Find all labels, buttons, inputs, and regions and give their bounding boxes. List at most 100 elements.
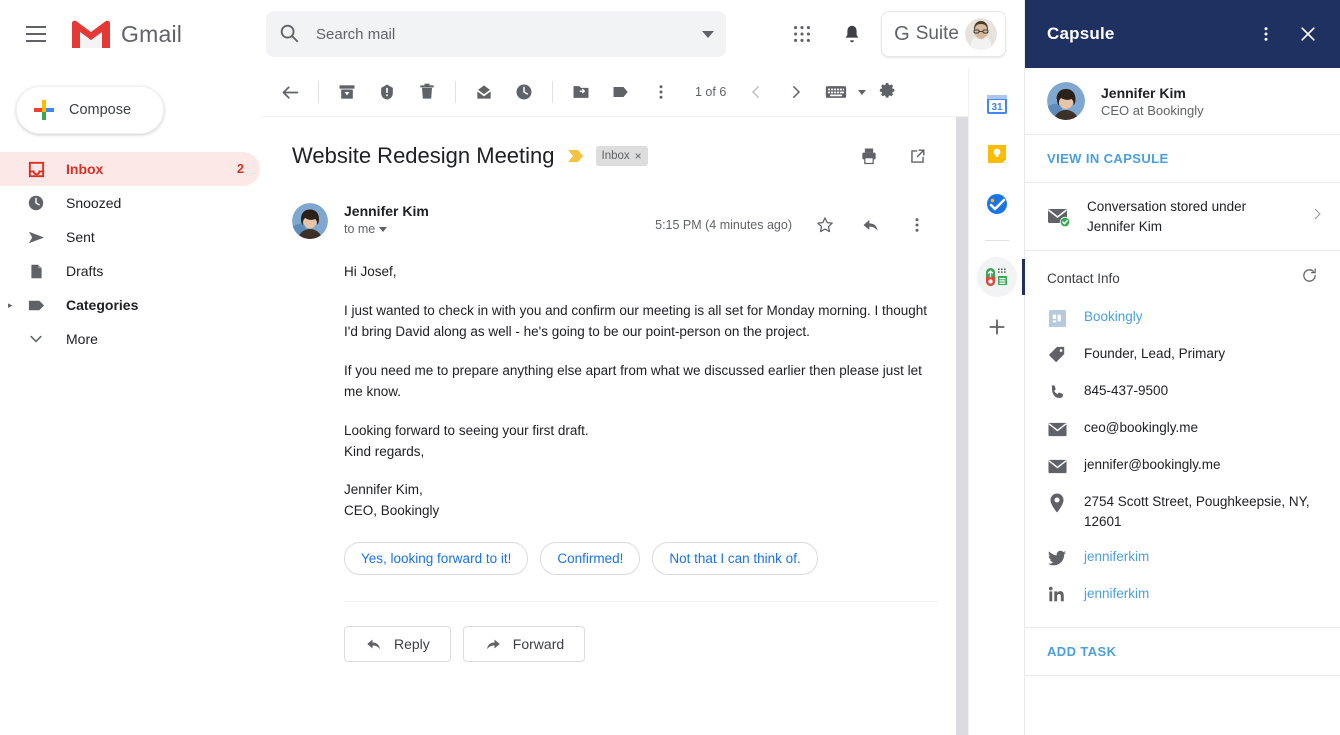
- contact-row-twitter[interactable]: jenniferkim: [1047, 539, 1324, 576]
- contact-company-value[interactable]: Bookingly: [1084, 307, 1143, 327]
- google-tasks-icon[interactable]: [977, 184, 1017, 224]
- chevron-down-icon[interactable]: [858, 90, 866, 95]
- capsule-close-icon[interactable]: [1292, 18, 1324, 50]
- svg-text:31: 31: [991, 102, 1003, 113]
- contact-info-rows: Bookingly Founder, Lead, Primary 845-437…: [1025, 299, 1340, 621]
- subject-actions: [848, 135, 938, 177]
- recipient-label: to me: [344, 222, 375, 236]
- print-icon[interactable]: [848, 135, 890, 177]
- contact-row-phone[interactable]: 845-437-9500: [1047, 373, 1324, 410]
- forward-button[interactable]: Forward: [463, 626, 585, 662]
- smart-reply-chips: Yes, looking forward to it! Confirmed! N…: [292, 542, 938, 575]
- refresh-icon[interactable]: [1301, 267, 1318, 289]
- contact-row-email-primary[interactable]: ceo@bookingly.me: [1047, 410, 1324, 447]
- google-calendar-icon[interactable]: 31: [977, 84, 1017, 124]
- archive-icon[interactable]: [327, 72, 367, 112]
- search-input[interactable]: [316, 26, 694, 43]
- capsule-more-options-icon[interactable]: [1250, 18, 1282, 50]
- inbox-icon: [26, 159, 46, 179]
- account-avatar[interactable]: [965, 18, 997, 50]
- reply-icon[interactable]: [850, 204, 892, 246]
- mark-unread-icon[interactable]: [464, 72, 504, 112]
- email-icon: [1047, 419, 1067, 439]
- apps-grid-icon[interactable]: [781, 13, 823, 55]
- search-box[interactable]: [266, 11, 726, 57]
- gsuite-account-badge[interactable]: G Suite: [881, 11, 1006, 57]
- mail-and-rail: 1 of 6: [260, 68, 1024, 735]
- expand-caret-icon[interactable]: ▸: [8, 300, 13, 311]
- reply-button[interactable]: Reply: [344, 626, 451, 662]
- capsule-contact-summary[interactable]: Jennifer Kim CEO at Bookingly: [1025, 68, 1340, 134]
- company-building-icon: [1047, 308, 1067, 328]
- settings-gear-icon[interactable]: [866, 72, 906, 112]
- move-to-folder-icon[interactable]: [561, 72, 601, 112]
- chevron-down-icon: [379, 227, 387, 232]
- email-subject: Website Redesign Meeting: [292, 142, 555, 171]
- gmail-logo-bar: Gmail: [0, 0, 260, 68]
- capsule-addon-icon[interactable]: [977, 257, 1017, 297]
- star-icon[interactable]: [804, 204, 846, 246]
- snooze-clock-icon[interactable]: [504, 72, 544, 112]
- location-pin-icon: [1047, 493, 1067, 513]
- email-paragraph: If you need me to prepare anything else …: [344, 361, 928, 403]
- smart-reply-chip[interactable]: Confirmed!: [540, 542, 640, 575]
- send-icon: [26, 227, 46, 247]
- smart-reply-chip[interactable]: Not that I can think of.: [652, 542, 817, 575]
- sidebar-item-snoozed[interactable]: Snoozed: [0, 186, 260, 220]
- capsule-addon-panel: Capsule Jennife: [1024, 0, 1340, 735]
- importance-marker-icon[interactable]: [567, 149, 584, 163]
- sidebar-item-inbox[interactable]: Inbox 2: [0, 152, 260, 186]
- sidebar-item-categories[interactable]: ▸ Categories: [0, 288, 260, 322]
- input-tools-selector[interactable]: [816, 72, 866, 112]
- gmail-logo[interactable]: Gmail: [70, 18, 182, 50]
- search-options-chevron-down-icon[interactable]: [702, 31, 714, 38]
- contact-row-address[interactable]: 2754 Scott Street, Poughkeepsie, NY, 126…: [1047, 484, 1324, 539]
- contact-twitter-value[interactable]: jenniferkim: [1084, 547, 1149, 567]
- phone-icon: [1047, 382, 1067, 402]
- view-in-capsule-link[interactable]: VIEW IN CAPSULE: [1025, 135, 1340, 182]
- chevron-right-icon[interactable]: [1310, 207, 1324, 226]
- sidebar-item-drafts[interactable]: Drafts: [0, 254, 260, 288]
- open-in-new-window-icon[interactable]: [896, 135, 938, 177]
- previous-page-chevron-left-icon[interactable]: [736, 72, 776, 112]
- capsule-contact-avatar: [1047, 82, 1085, 120]
- header-actions: G Suite: [781, 11, 1016, 57]
- google-g-icon: G: [894, 23, 910, 46]
- toolbar-divider: [318, 81, 319, 103]
- contact-row-tags: Founder, Lead, Primary: [1047, 336, 1324, 373]
- contact-row-email-secondary[interactable]: jennifer@bookingly.me: [1047, 447, 1324, 484]
- rail-divider: [985, 240, 1009, 241]
- hamburger-menu-icon[interactable]: [16, 14, 56, 54]
- more-options-icon[interactable]: [641, 72, 681, 112]
- sidebar-item-sent[interactable]: Sent: [0, 220, 260, 254]
- smart-reply-chip[interactable]: Yes, looking forward to it!: [344, 542, 528, 575]
- message-more-options-icon[interactable]: [896, 204, 938, 246]
- report-spam-icon[interactable]: [367, 72, 407, 112]
- delete-trash-icon[interactable]: [407, 72, 447, 112]
- scrollbar-thumb[interactable]: [956, 117, 968, 735]
- sidebar-item-label: Inbox: [66, 161, 217, 177]
- sender-avatar[interactable]: [292, 203, 328, 239]
- add-addon-icon[interactable]: [977, 307, 1017, 347]
- compose-button[interactable]: Compose: [16, 86, 164, 134]
- back-arrow-icon[interactable]: [270, 72, 310, 112]
- add-task-link[interactable]: ADD TASK: [1025, 628, 1340, 675]
- contact-linkedin-value[interactable]: jenniferkim: [1084, 584, 1149, 604]
- remove-label-close-icon[interactable]: ×: [635, 149, 642, 163]
- capsule-contact-name: Jennifer Kim: [1101, 85, 1204, 101]
- google-keep-icon[interactable]: [977, 134, 1017, 174]
- recipient-toggle[interactable]: to me: [344, 222, 655, 236]
- notifications-bell-icon[interactable]: [831, 13, 873, 55]
- sidebar-item-more[interactable]: More: [0, 322, 260, 356]
- email-scrollbar[interactable]: [956, 117, 968, 735]
- keyboard-icon[interactable]: [816, 72, 856, 112]
- email-paragraph: I just wanted to check in with you and c…: [344, 301, 928, 343]
- sidebar-item-label: Sent: [66, 229, 244, 245]
- contact-row-linkedin[interactable]: jenniferkim: [1047, 576, 1324, 613]
- next-page-chevron-right-icon[interactable]: [776, 72, 816, 112]
- email-stored-check-icon: [1047, 205, 1071, 229]
- contact-row-company[interactable]: Bookingly: [1047, 299, 1324, 336]
- conversation-stored-row[interactable]: Conversation stored under Jennifer Kim: [1025, 183, 1340, 250]
- labels-icon[interactable]: [601, 72, 641, 112]
- capsule-panel-title: Capsule: [1047, 24, 1115, 44]
